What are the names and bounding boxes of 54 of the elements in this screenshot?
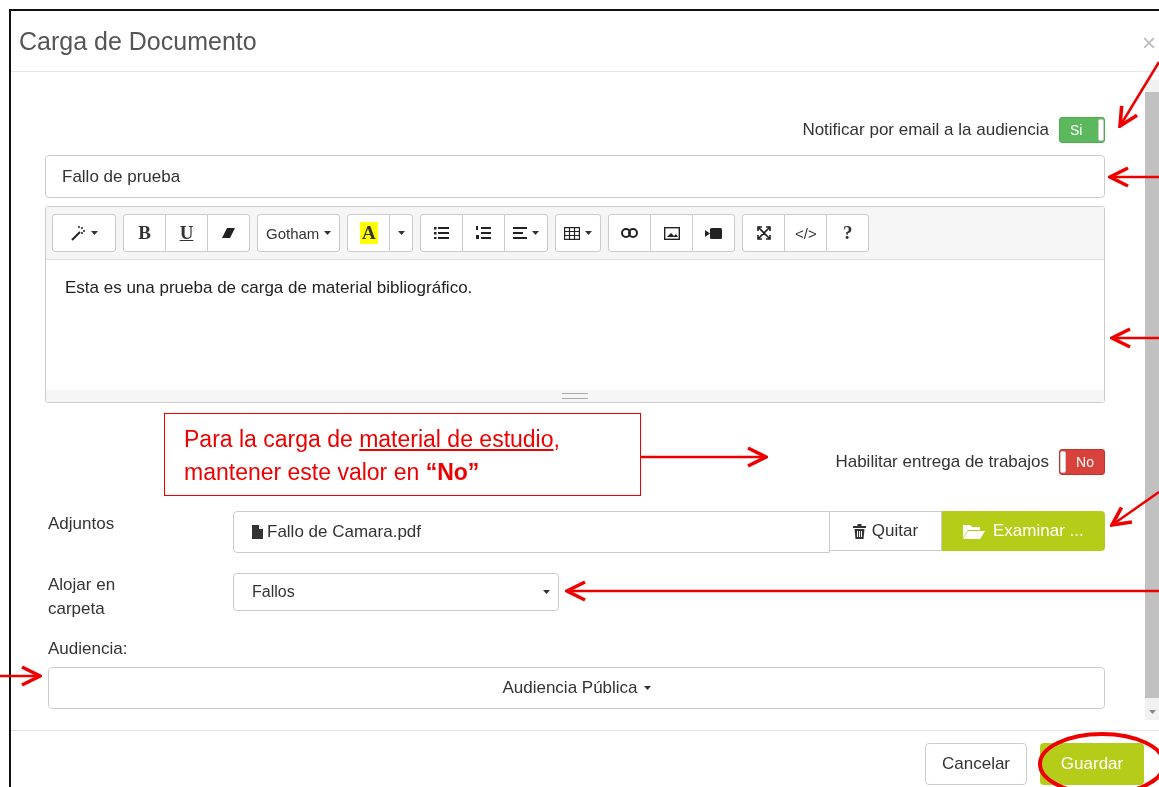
folder-select[interactable]: Fallos — [233, 573, 559, 611]
numbered-list-icon — [476, 226, 492, 240]
magic-wand-icon — [70, 225, 86, 241]
caret-icon — [397, 231, 405, 235]
folder-icon — [963, 523, 985, 539]
file-icon — [252, 525, 263, 539]
video-icon — [705, 227, 723, 239]
editor-text[interactable]: Esta es una prueba de carga de material bibliográfico. — [46, 260, 1104, 390]
folder-label: Alojar en carpeta — [47, 574, 117, 620]
link-icon — [621, 228, 639, 238]
fullscreen-icon — [756, 226, 771, 240]
toolbar-button[interactable] — [207, 214, 250, 252]
align-left-icon — [513, 227, 528, 239]
annotation-arrow — [1110, 327, 1159, 349]
toolbar-button[interactable] — [420, 214, 464, 252]
toolbar-button[interactable]: Gotham — [257, 214, 341, 252]
annotation-arrow — [0, 665, 42, 687]
toolbar-button[interactable]: ? — [826, 214, 870, 252]
toolbar-button[interactable] — [504, 214, 549, 252]
table-icon — [564, 226, 581, 240]
resize-handle[interactable] — [46, 390, 1104, 402]
bullet-list-icon — [434, 227, 450, 239]
scrollbar[interactable] — [1145, 80, 1159, 720]
dialog-title: Carga de Documento — [19, 26, 257, 56]
annotation-callout: Para la carga de material de estudio, mantener este valor en “No” — [164, 413, 641, 496]
remove-button[interactable]: Quitar — [830, 511, 942, 551]
annotation-arrow — [1108, 166, 1159, 188]
toolbar-button[interactable]: B — [123, 214, 166, 252]
toolbar-button[interactable] — [555, 214, 602, 252]
toggle-switch[interactable]: No — [1059, 449, 1105, 475]
assignments-label: Habilitar entrega de trabajos — [835, 452, 1049, 472]
picture-icon — [663, 226, 680, 240]
attachments-label: Adjuntos — [47, 513, 116, 534]
notify-label: Notificar por email a la audiencia — [802, 120, 1049, 140]
toolbar-button[interactable] — [462, 214, 506, 252]
caret-icon — [643, 686, 651, 690]
title-field[interactable]: Fallo de prueba — [45, 155, 1105, 198]
toolbar-button[interactable] — [650, 214, 694, 252]
annotation-arrow — [1118, 61, 1159, 128]
caret-icon — [543, 590, 550, 594]
toolbar-button[interactable] — [692, 214, 736, 252]
toolbar-button[interactable] — [742, 214, 786, 252]
file-field[interactable]: Fallo de Camara.pdf — [233, 511, 831, 553]
toolbar-button[interactable]: </> — [784, 214, 828, 252]
toolbar-button[interactable] — [608, 214, 652, 252]
audience-dropdown[interactable]: Audiencia Pública — [48, 667, 1105, 709]
audience-label: Audiencia: — [47, 639, 129, 659]
cancel-button[interactable]: Cancelar — [925, 743, 1028, 785]
toolbar-button[interactable]: A — [347, 214, 391, 252]
caret-icon — [1149, 710, 1156, 714]
eraser-icon — [222, 227, 235, 239]
trash-icon — [852, 523, 866, 539]
toolbar-button[interactable]: U — [165, 214, 208, 252]
annotation-arrow — [1110, 490, 1159, 527]
